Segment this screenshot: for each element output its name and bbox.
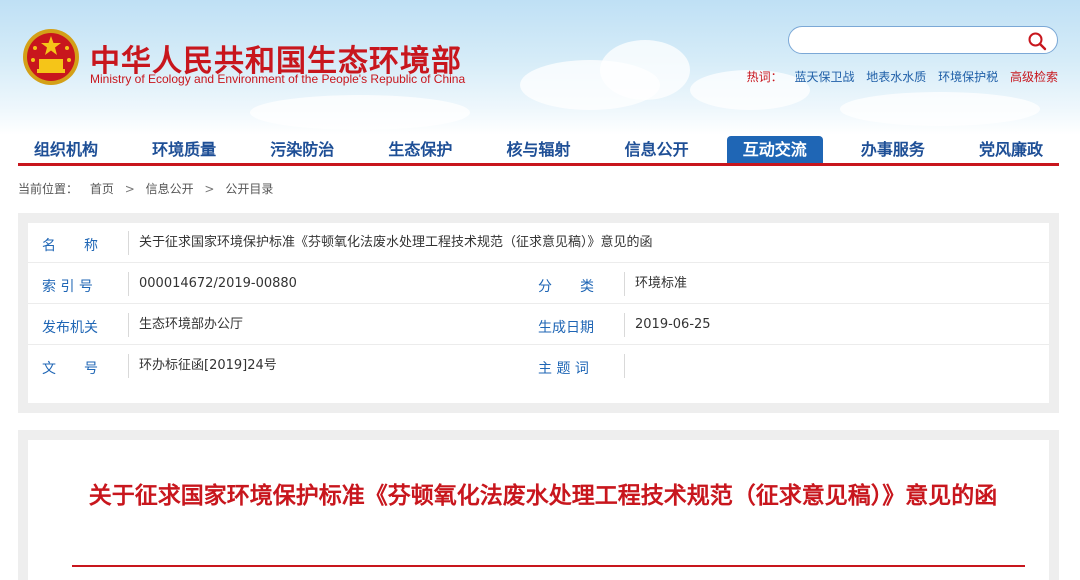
info-value-publisher: 生态环境部办公厅 (128, 313, 243, 337)
info-label: 文 号 (42, 361, 98, 377)
info-row-publisher: 发布机关 生态环境部办公厅 生成日期 2019-06-25 (28, 305, 1049, 345)
info-label: 名 称 (42, 238, 98, 254)
info-value-index: 000014672/2019-00880 (128, 272, 297, 296)
info-label: 索 引 号 (42, 279, 93, 295)
breadcrumb: 当前位置： 首页 > 信息公开 > 公开目录 (18, 180, 273, 197)
site-header: 中华人民共和国生态环境部 Ministry of Ecology and Env… (0, 0, 1080, 135)
search-icon[interactable] (1027, 31, 1047, 51)
article-panel: 关于征求国家环境保护标准《芬顿氧化法废水处理工程技术规范（征求意见稿）》意见的函 (18, 430, 1059, 580)
info-value-category: 环境标准 (624, 272, 687, 296)
document-info-panel: 名 称 关于征求国家环境保护标准《芬顿氧化法废水处理工程技术规范（征求意见稿）》… (18, 213, 1059, 413)
nav-item-pollution-control[interactable]: 污染防治 (254, 136, 350, 163)
title-divider (72, 565, 1025, 567)
breadcrumb-separator: > (124, 182, 135, 196)
breadcrumb-catalog-link[interactable]: 公开目录 (225, 182, 273, 196)
nav-item-ecology-protection[interactable]: 生态保护 (372, 136, 468, 163)
info-row-doc-no: 文 号 环办标征函[2019]24号 主 题 词 (28, 346, 1049, 386)
info-value-keywords (624, 354, 635, 378)
cloud-decoration (840, 92, 1040, 126)
info-value-name: 关于征求国家环境保护标准《芬顿氧化法废水处理工程技术规范（征求意见稿）》意见的函 (128, 231, 653, 255)
cloud-decoration (250, 95, 470, 130)
info-row-name: 名 称 关于征求国家环境保护标准《芬顿氧化法废水处理工程技术规范（征求意见稿）》… (28, 223, 1049, 263)
breadcrumb-separator: > (204, 182, 215, 196)
breadcrumb-info-link[interactable]: 信息公开 (146, 182, 194, 196)
nav-item-interaction[interactable]: 互动交流 (726, 136, 823, 163)
search-input[interactable] (788, 26, 1058, 54)
info-value-date: 2019-06-25 (624, 313, 711, 337)
info-label: 发布机关 (42, 320, 98, 336)
advanced-search-link[interactable]: 高级检索 (1010, 70, 1058, 84)
breadcrumb-label: 当前位置： (18, 182, 79, 196)
hot-words: 热词： 蓝天保卫战 地表水水质 环境保护税 高级检索 (747, 68, 1058, 85)
info-label: 分 类 (538, 279, 594, 295)
article-title: 关于征求国家环境保护标准《芬顿氧化法废水处理工程技术规范（征求意见稿）》意见的函 (88, 483, 998, 509)
nav-item-services[interactable]: 办事服务 (845, 136, 941, 163)
national-emblem-icon[interactable] (22, 28, 80, 86)
info-label: 主 题 词 (538, 361, 589, 377)
info-row-index: 索 引 号 000014672/2019-00880 分 类 环境标准 (28, 264, 1049, 304)
site-subtitle: Ministry of Ecology and Environment of t… (90, 72, 466, 86)
nav-item-information-disclosure[interactable]: 信息公开 (609, 136, 705, 163)
hot-word-link[interactable]: 地表水水质 (866, 70, 926, 84)
document-info-table: 名 称 关于征求国家环境保护标准《芬顿氧化法废水处理工程技术规范（征求意见稿）》… (28, 223, 1049, 403)
hot-word-link[interactable]: 蓝天保卫战 (794, 70, 854, 84)
main-nav: 组织机构 环境质量 污染防治 生态保护 核与辐射 信息公开 互动交流 办事服务 … (18, 136, 1059, 166)
hot-words-label: 热词： (746, 70, 783, 84)
nav-item-nuclear-radiation[interactable]: 核与辐射 (491, 136, 587, 163)
hot-word-link[interactable]: 环境保护税 (938, 70, 998, 84)
article-body: 关于征求国家环境保护标准《芬顿氧化法废水处理工程技术规范（征求意见稿）》意见的函 (28, 440, 1049, 580)
nav-item-party-integrity[interactable]: 党风廉政 (963, 136, 1059, 163)
breadcrumb-home-link[interactable]: 首页 (90, 182, 114, 196)
cloud-decoration (600, 40, 690, 100)
nav-item-organization[interactable]: 组织机构 (18, 136, 114, 163)
info-value-doc-no: 环办标征函[2019]24号 (128, 354, 277, 378)
nav-item-environment-quality[interactable]: 环境质量 (136, 136, 232, 163)
info-label: 生成日期 (538, 320, 594, 336)
